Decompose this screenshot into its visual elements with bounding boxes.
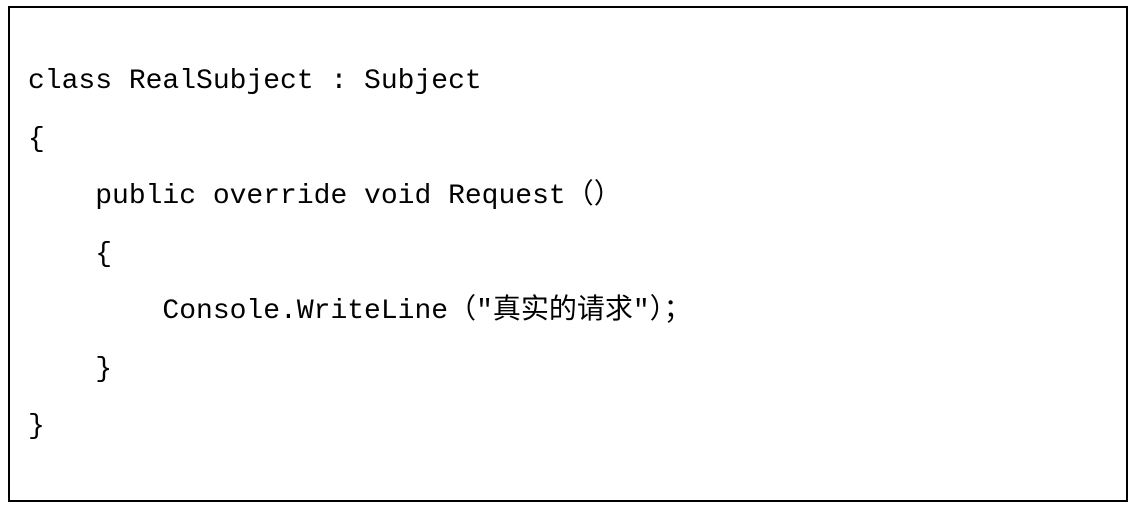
code-block: class RealSubject : Subject { public ove… — [8, 6, 1128, 502]
code-line-method-open-brace: { — [28, 239, 113, 270]
code-line-close-brace: } — [28, 411, 45, 442]
code-line-open-brace: { — [28, 124, 45, 155]
code-line-console-writeline: Console.WriteLine（"真实的请求"）； — [28, 296, 692, 327]
code-line-method-close-brace: } — [28, 354, 113, 385]
code-line-method-signature: public override void Request（） — [28, 181, 622, 212]
code-line-class-declaration: class RealSubject : Subject — [28, 66, 482, 97]
